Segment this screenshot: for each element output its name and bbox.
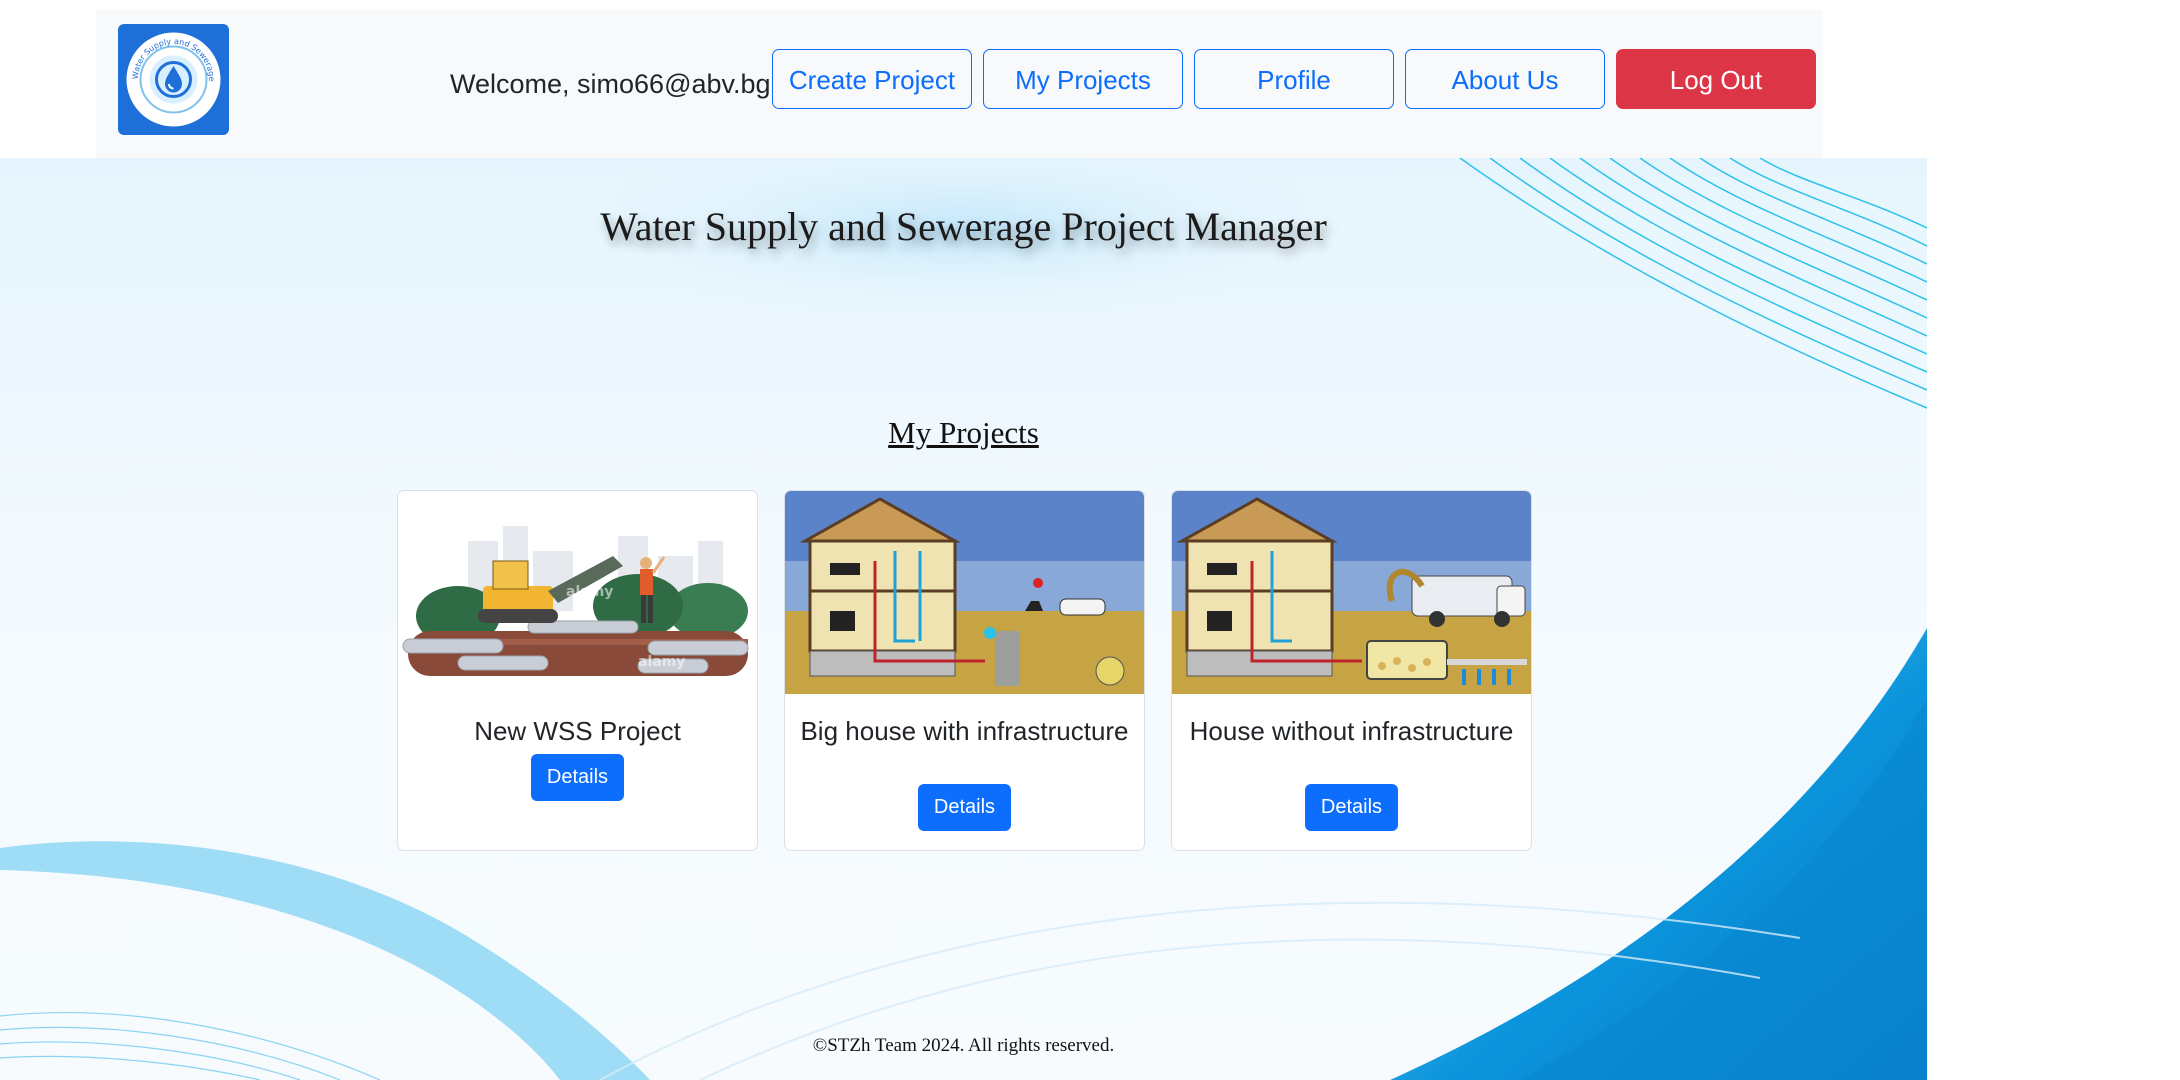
my-projects-button[interactable]: My Projects xyxy=(983,49,1183,109)
details-button[interactable]: Details xyxy=(531,754,624,801)
page-title: Water Supply and Sewerage Project Manage… xyxy=(600,204,1327,249)
welcome-message: Welcome, simo66@abv.bg xyxy=(450,69,771,99)
details-button[interactable]: Details xyxy=(1305,784,1398,831)
project-card: alamy alamy New WSS Project Details xyxy=(397,490,758,851)
app-logo[interactable]: Water Supply and Sewerage Project Manage… xyxy=(118,24,229,135)
footer-copyright: ©STZh Team 2024. All rights reserved. xyxy=(812,1035,1115,1056)
create-project-button[interactable]: Create Project xyxy=(772,49,972,109)
about-us-button[interactable]: About Us xyxy=(1405,49,1605,109)
project-title: Big house with infrastructure xyxy=(800,716,1129,746)
house-plumbing-diagram-image xyxy=(785,491,1144,694)
project-card: House without infrastructure Details xyxy=(1171,490,1532,851)
main-content: Water Supply and Sewerage Project Manage… xyxy=(0,158,1927,1080)
profile-button[interactable]: Profile xyxy=(1194,49,1394,109)
log-out-button[interactable]: Log Out xyxy=(1616,49,1816,109)
svg-text:alamy: alamy xyxy=(566,584,613,600)
project-card: Big house with infrastructure Details xyxy=(784,490,1145,851)
details-button[interactable]: Details xyxy=(918,784,1011,831)
project-title: House without infrastructure xyxy=(1189,716,1514,746)
project-title: New WSS Project xyxy=(474,716,681,746)
svg-text:alamy: alamy xyxy=(638,654,685,670)
house-septic-diagram-image xyxy=(1172,491,1531,694)
navbar: Water Supply and Sewerage Project Manage… xyxy=(96,10,1823,158)
water-drop-logo-icon: Water Supply and Sewerage Project Manage… xyxy=(118,24,221,127)
construction-excavator-image: alamy alamy xyxy=(398,491,757,694)
section-title-my-projects: My Projects xyxy=(888,415,1039,450)
